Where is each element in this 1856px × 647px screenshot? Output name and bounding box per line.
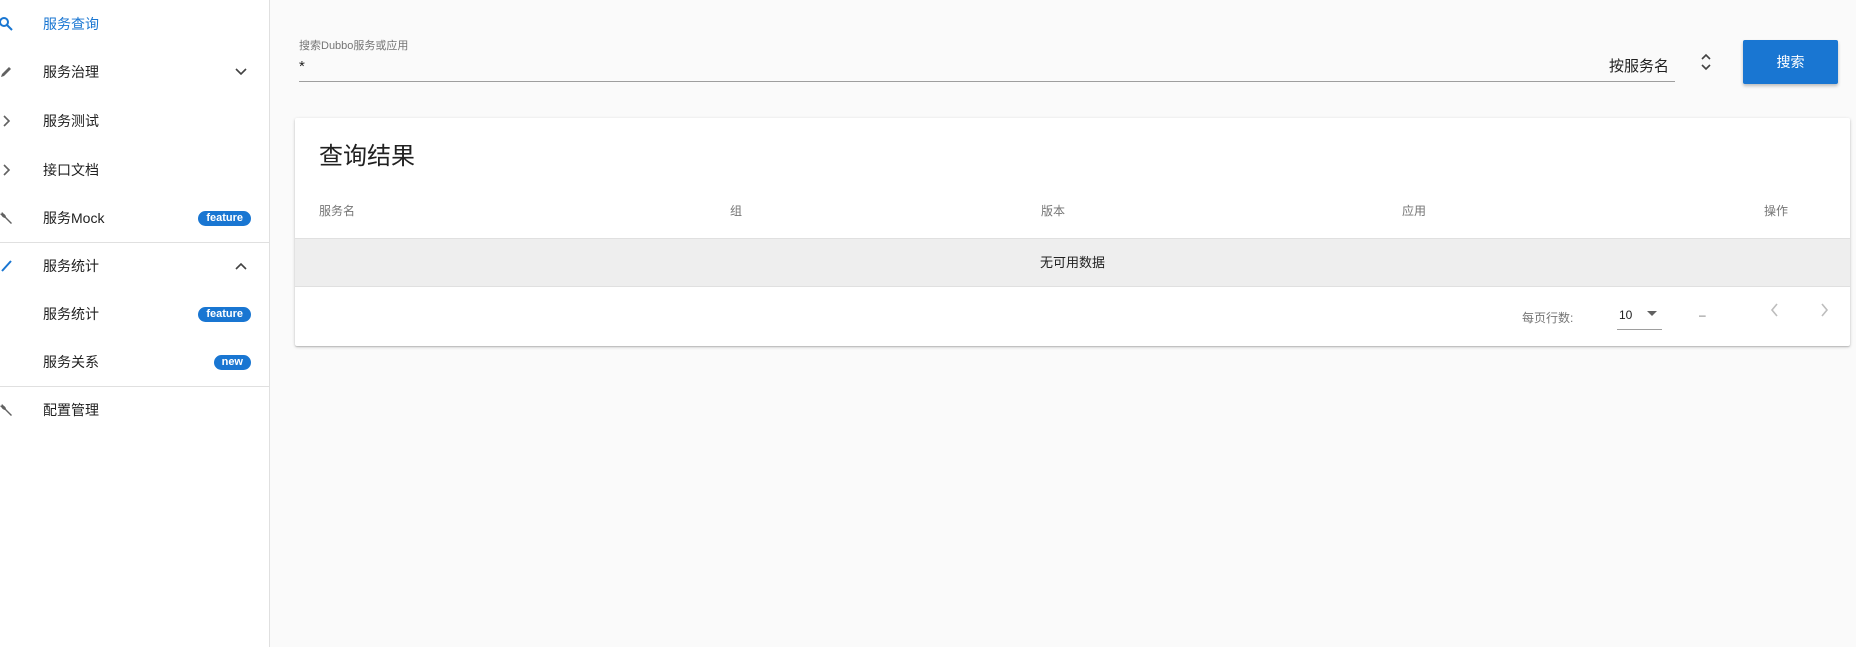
sidebar: 服务查询 服务治理 服务测试 接口文档 服务Mock feature 服务统计 … xyxy=(0,0,270,647)
chevron-down-icon[interactable] xyxy=(232,63,250,81)
check-icon xyxy=(0,256,16,276)
wrench-icon xyxy=(0,400,16,420)
edit-icon xyxy=(0,62,16,82)
rows-per-page-label: 每页行数: xyxy=(1522,311,1574,325)
sidebar-item-service-mock[interactable]: 服务Mock feature xyxy=(0,194,270,242)
sidebar-item-label: 服务统计 xyxy=(43,258,99,274)
chevron-right-icon xyxy=(1821,303,1829,317)
search-input[interactable] xyxy=(299,52,1675,82)
column-header-service-name[interactable]: 服务名 xyxy=(319,202,355,219)
next-page-button[interactable] xyxy=(1812,298,1836,322)
sidebar-item-service-query[interactable]: 服务查询 xyxy=(0,0,270,48)
chevron-right-icon xyxy=(0,160,16,180)
sidebar-item-label: 服务Mock xyxy=(43,210,105,226)
new-badge: new xyxy=(213,355,251,370)
feature-badge: feature xyxy=(198,211,251,226)
results-title: 查询结果 xyxy=(319,143,415,170)
column-header-operation: 操作 xyxy=(1764,204,1789,218)
sidebar-item-label: 服务查询 xyxy=(43,16,99,32)
sidebar-item-service-test[interactable]: 服务测试 xyxy=(0,97,270,145)
chevron-left-icon xyxy=(1770,303,1778,317)
search-label: 搜索Dubbo服务或应用 xyxy=(299,40,409,52)
sidebar-subitem-service-relation[interactable]: 服务关系 new xyxy=(0,338,270,386)
chevron-right-icon xyxy=(0,111,16,131)
column-header-version[interactable]: 版本 xyxy=(1041,202,1065,219)
sidebar-item-config-management[interactable]: 配置管理 xyxy=(0,386,270,434)
sidebar-item-label: 服务关系 xyxy=(43,354,99,370)
chevron-up-icon[interactable] xyxy=(232,257,250,275)
unfold-icon[interactable] xyxy=(1696,49,1716,75)
search-icon xyxy=(0,14,16,34)
page-range: – xyxy=(1699,308,1706,322)
search-mode-select[interactable]: 按服务名 xyxy=(1609,55,1669,76)
feature-badge: feature xyxy=(198,307,251,322)
sidebar-item-service-governance[interactable]: 服务治理 xyxy=(0,48,270,96)
rows-per-page-select[interactable]: 10 xyxy=(1617,301,1662,330)
search-button[interactable]: 搜索 xyxy=(1743,40,1838,84)
sidebar-subitem-service-stats[interactable]: 服务统计 feature xyxy=(0,290,270,338)
empty-message: 无可用数据 xyxy=(1039,255,1105,270)
sidebar-item-label: 服务统计 xyxy=(43,306,99,322)
prev-page-button[interactable] xyxy=(1763,298,1787,322)
rows-per-page-value: 10 xyxy=(1619,308,1633,322)
results-card: 查询结果 服务名 组 版本 应用 操作 无可用数据 每页行数: 10 – xyxy=(295,118,1850,346)
sidebar-item-label: 配置管理 xyxy=(43,402,99,418)
sidebar-item-service-stats[interactable]: 服务统计 xyxy=(0,242,270,290)
column-header-application[interactable]: 应用 xyxy=(1402,202,1426,219)
table-empty-row: 无可用数据 xyxy=(295,238,1850,287)
column-header-group[interactable]: 组 xyxy=(730,202,742,219)
sidebar-item-api-docs[interactable]: 接口文档 xyxy=(0,146,270,194)
sidebar-item-label: 接口文档 xyxy=(43,162,99,178)
sidebar-item-label: 服务治理 xyxy=(43,64,99,80)
sidebar-item-label: 服务测试 xyxy=(43,113,99,129)
wrench-icon xyxy=(0,208,16,228)
dropdown-arrow-icon xyxy=(1647,311,1657,316)
